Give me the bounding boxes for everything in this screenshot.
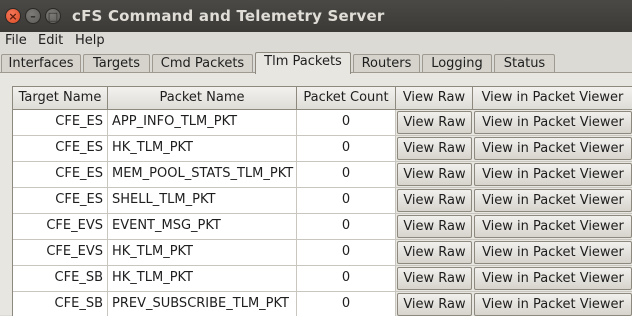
view-in-packet-viewer-cell: View in Packet Viewer xyxy=(473,240,632,266)
table-row: CFE_SB HK_TLM_PKT 0 View Raw View in Packet … xyxy=(13,266,632,292)
view-raw-cell: View Raw xyxy=(396,240,473,266)
window-titlebar: × – □ cFS Command and Telemetry Server xyxy=(0,0,632,32)
view-in-packet-viewer-button[interactable]: View in Packet Viewer xyxy=(474,163,632,186)
tlm-packets-panel: Target Name Packet Name Packet Count Vie… xyxy=(0,73,632,316)
packet-count-cell: 0 xyxy=(297,214,396,240)
table-row: CFE_ES SHELL_TLM_PKT 0 View Raw View in Pack… xyxy=(13,188,632,214)
view-raw-button[interactable]: View Raw xyxy=(397,111,472,134)
view-in-packet-viewer-button[interactable]: View in Packet Viewer xyxy=(474,267,632,290)
table-row: CFE_ES HK_TLM_PKT 0 View Raw View in Packet … xyxy=(13,136,632,162)
view-raw-cell: View Raw xyxy=(396,188,473,214)
header-packet-count[interactable]: Packet Count xyxy=(297,87,396,110)
tab-cmd-packets[interactable]: Cmd Packets xyxy=(152,54,253,73)
tlm-packets-table: Target Name Packet Name Packet Count Vie… xyxy=(12,86,632,316)
header-packet-name[interactable]: Packet Name xyxy=(108,87,297,110)
menu-edit[interactable]: Edit xyxy=(38,33,63,48)
menu-file[interactable]: File xyxy=(5,33,27,48)
target-name-cell: CFE_ES xyxy=(13,188,108,214)
view-raw-button[interactable]: View Raw xyxy=(397,163,472,186)
view-in-packet-viewer-button[interactable]: View in Packet Viewer xyxy=(474,137,632,160)
view-in-packet-viewer-cell: View in Packet Viewer xyxy=(473,162,632,188)
packet-count-cell: 0 xyxy=(297,240,396,266)
packet-name-cell: HK_TLM_PKT xyxy=(108,240,297,266)
view-in-packet-viewer-cell: View in Packet Viewer xyxy=(473,266,632,292)
packet-name-cell: EVENT_MSG_PKT xyxy=(108,214,297,240)
target-name-cell: CFE_ES xyxy=(13,162,108,188)
packet-count-cell: 0 xyxy=(297,292,396,316)
view-in-packet-viewer-button[interactable]: View in Packet Viewer xyxy=(474,189,632,212)
window-title: cFS Command and Telemetry Server xyxy=(72,7,385,25)
view-in-packet-viewer-cell: View in Packet Viewer xyxy=(473,188,632,214)
packet-count-cell: 0 xyxy=(297,110,396,136)
tab-targets[interactable]: Targets xyxy=(83,54,150,73)
packet-count-cell: 0 xyxy=(297,188,396,214)
view-raw-cell: View Raw xyxy=(396,110,473,136)
view-raw-cell: View Raw xyxy=(396,266,473,292)
table-row: CFE_SB PREV_SUBSCRIBE_TLM_PKT 0 View Raw Vie… xyxy=(13,292,632,316)
view-in-packet-viewer-cell: View in Packet Viewer xyxy=(473,214,632,240)
tab-bar: Interfaces Targets Cmd Packets Tlm Packe… xyxy=(0,52,632,74)
packet-name-cell: APP_INFO_TLM_PKT xyxy=(108,110,297,136)
tab-logging[interactable]: Logging xyxy=(422,54,492,73)
target-name-cell: CFE_ES xyxy=(13,136,108,162)
view-in-packet-viewer-button[interactable]: View in Packet Viewer xyxy=(474,241,632,264)
tab-tlm-packets[interactable]: Tlm Packets xyxy=(255,52,351,74)
view-raw-cell: View Raw xyxy=(396,214,473,240)
view-raw-cell: View Raw xyxy=(396,292,473,316)
packet-count-cell: 0 xyxy=(297,136,396,162)
packet-name-cell: HK_TLM_PKT xyxy=(108,136,297,162)
header-view-in-packet-viewer[interactable]: View in Packet Viewer xyxy=(473,87,632,110)
packet-count-cell: 0 xyxy=(297,162,396,188)
target-name-cell: CFE_SB xyxy=(13,292,108,316)
view-raw-button[interactable]: View Raw xyxy=(397,267,472,290)
maximize-window-button[interactable]: □ xyxy=(45,8,61,24)
minimize-window-button[interactable]: – xyxy=(25,8,41,24)
view-raw-cell: View Raw xyxy=(396,162,473,188)
table-row: CFE_ES APP_INFO_TLM_PKT 0 View Raw View in P… xyxy=(13,110,632,136)
menu-help[interactable]: Help xyxy=(75,33,105,48)
packet-name-cell: SHELL_TLM_PKT xyxy=(108,188,297,214)
view-in-packet-viewer-button[interactable]: View in Packet Viewer xyxy=(474,111,632,134)
packet-count-cell: 0 xyxy=(297,266,396,292)
header-view-raw[interactable]: View Raw xyxy=(396,87,473,110)
view-raw-button[interactable]: View Raw xyxy=(397,293,472,316)
tab-interfaces[interactable]: Interfaces xyxy=(1,54,81,73)
tab-routers[interactable]: Routers xyxy=(353,54,420,73)
packet-name-cell: MEM_POOL_STATS_TLM_PKT xyxy=(108,162,297,188)
menu-bar: File Edit Help xyxy=(0,32,632,52)
view-raw-button[interactable]: View Raw xyxy=(397,189,472,212)
view-raw-button[interactable]: View Raw xyxy=(397,241,472,264)
view-in-packet-viewer-button[interactable]: View in Packet Viewer xyxy=(474,215,632,238)
close-window-button[interactable]: × xyxy=(5,8,21,24)
view-in-packet-viewer-button[interactable]: View in Packet Viewer xyxy=(474,293,632,316)
table-row: CFE_ES MEM_POOL_STATS_TLM_PKT 0 View Raw Vie… xyxy=(13,162,632,188)
view-in-packet-viewer-cell: View in Packet Viewer xyxy=(473,110,632,136)
packet-name-cell: PREV_SUBSCRIBE_TLM_PKT xyxy=(108,292,297,316)
tab-status[interactable]: Status xyxy=(494,54,555,73)
target-name-cell: CFE_EVS xyxy=(13,240,108,266)
header-target-name[interactable]: Target Name xyxy=(13,87,108,110)
target-name-cell: CFE_SB xyxy=(13,266,108,292)
target-name-cell: CFE_EVS xyxy=(13,214,108,240)
table-row: CFE_EVS EVENT_MSG_PKT 0 View Raw View in Pac… xyxy=(13,214,632,240)
view-in-packet-viewer-cell: View in Packet Viewer xyxy=(473,292,632,316)
table-row: CFE_EVS HK_TLM_PKT 0 View Raw View in Packet… xyxy=(13,240,632,266)
packet-name-cell: HK_TLM_PKT xyxy=(108,266,297,292)
target-name-cell: CFE_ES xyxy=(13,110,108,136)
view-raw-button[interactable]: View Raw xyxy=(397,137,472,160)
view-in-packet-viewer-cell: View in Packet Viewer xyxy=(473,136,632,162)
view-raw-button[interactable]: View Raw xyxy=(397,215,472,238)
view-raw-cell: View Raw xyxy=(396,136,473,162)
